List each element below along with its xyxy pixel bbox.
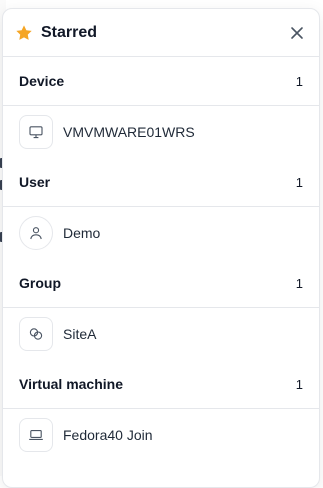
monitor-icon	[19, 115, 53, 149]
section-count: 1	[295, 174, 303, 190]
item-label: Fedora40 Join	[63, 427, 153, 443]
section-label: User	[19, 174, 51, 190]
starred-item-virtual-machine[interactable]: Fedora40 Join	[3, 409, 319, 461]
section-label: Group	[19, 275, 61, 291]
laptop-icon	[19, 418, 53, 452]
panel-title: Starred	[41, 23, 98, 41]
star-icon	[15, 24, 33, 42]
section-label: Device	[19, 73, 65, 89]
close-icon[interactable]	[289, 25, 305, 41]
section-label: Virtual machine	[19, 376, 124, 392]
starred-item-group[interactable]: SiteA	[3, 308, 319, 360]
starred-item-device[interactable]: VMVMWARE01WRS	[3, 106, 319, 158]
panel-header: Starred	[3, 9, 319, 57]
item-label: SiteA	[63, 326, 97, 342]
starred-panel: Starred Device 1 VMVMWARE01WRS User 1 De…	[2, 8, 320, 488]
item-label: Demo	[63, 225, 101, 241]
section-count: 1	[295, 376, 303, 392]
section-count: 1	[295, 275, 303, 291]
user-icon	[19, 216, 53, 250]
section-device-header: Device 1	[3, 57, 319, 106]
item-label: VMVMWARE01WRS	[63, 124, 195, 140]
section-user-header: User 1	[3, 158, 319, 207]
group-icon	[19, 317, 53, 351]
section-group-header: Group 1	[3, 259, 319, 308]
section-virtual-machine-header: Virtual machine 1	[3, 360, 319, 409]
section-count: 1	[295, 73, 303, 89]
starred-item-user[interactable]: Demo	[3, 207, 319, 259]
